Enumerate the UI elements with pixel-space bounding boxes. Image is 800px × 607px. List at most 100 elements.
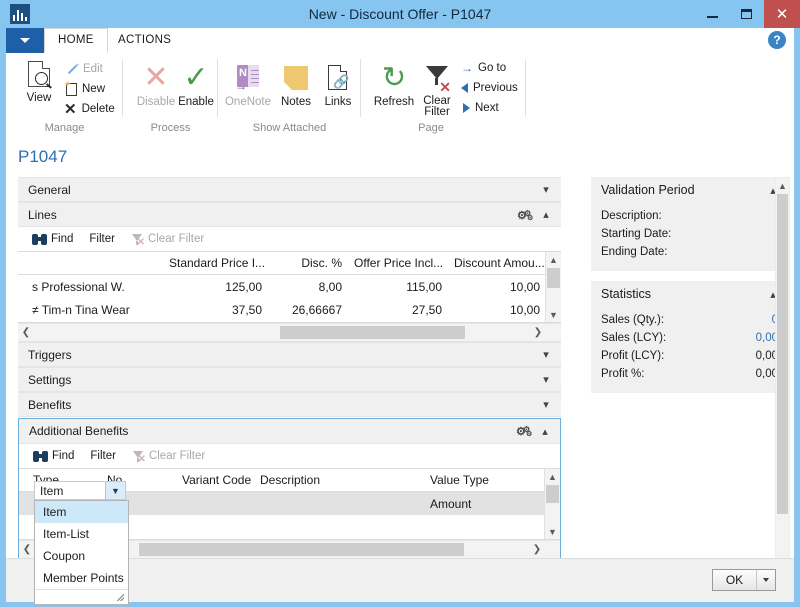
lines-cell-discount-amount: 10,00 [448,280,546,294]
benefits-vertical-scrollbar[interactable]: ▲ ▼ [544,469,560,539]
field-label-profit-pct: Profit %: [601,365,644,383]
scroll-left-icon[interactable]: ❮ [19,544,35,555]
factbox-title-statistics: Statistics [601,287,651,301]
factbox-field: Starting Date: [601,225,778,243]
configure-gears-icon[interactable]: ⚙⚙⚙ [517,208,535,222]
benefits-col-description[interactable]: Description [254,473,424,487]
scroll-down-icon[interactable]: ▼ [546,307,561,322]
lines-col-3[interactable]: Offer Price Incl... [348,256,448,270]
links-button[interactable]: 🔗 Links [317,61,359,108]
goto-button[interactable]: → Go to [461,58,506,78]
lines-cell-offer-price: 27,50 [348,303,448,317]
factbox-header-statistics[interactable]: Statistics ▴ [591,281,788,307]
section-header-benefits[interactable]: Benefits ▾ [18,392,561,417]
help-icon[interactable]: ? [768,31,786,49]
links-chain-icon: 🔗 [317,61,359,95]
scrollbar-thumb[interactable] [546,485,559,503]
maximize-button[interactable] [728,0,764,28]
new-button[interactable]: ✦ New [66,79,105,99]
lines-clear-filter-label: Clear Filter [148,233,204,245]
application-menu-button[interactable] [6,28,44,53]
scroll-up-icon[interactable]: ▲ [776,178,789,193]
group-label-process: Process [123,122,218,134]
chevron-down-icon[interactable]: ▾ [539,183,553,196]
delete-button[interactable]: ✕ Delete [64,99,115,119]
tab-home[interactable]: HOME [44,28,108,53]
dropdown-option-item-list[interactable]: Item-List [35,523,128,545]
resize-grip-icon[interactable] [35,589,128,604]
page-vertical-scrollbar[interactable]: ▲ ▼ [775,177,790,592]
lines-filter-button[interactable]: Filter [83,229,121,249]
view-button[interactable]: View [12,57,66,104]
section-header-general[interactable]: General ▾ [18,177,561,202]
type-dropdown-list[interactable]: Item Item-List Coupon Member Points [34,500,129,605]
section-header-additional-benefits[interactable]: Additional Benefits ⚙⚙⚙ ▴ [19,419,560,444]
benefits-col-value-type[interactable]: Value Type [424,473,527,487]
scroll-down-icon[interactable]: ▼ [545,524,560,539]
lines-col-4[interactable]: Discount Amou... [448,256,546,270]
next-button[interactable]: Next [463,98,499,118]
dropdown-option-member-points[interactable]: Member Points [35,567,128,589]
ok-button[interactable]: OK [712,569,776,591]
benefits-clear-filter-button[interactable]: ✕ Clear Filter [126,446,211,466]
lines-col-2[interactable]: Disc. % [268,256,348,270]
section-header-settings[interactable]: Settings ▾ [18,367,561,392]
benefits-filter-button[interactable]: Filter [84,446,122,466]
next-label: Next [475,102,499,114]
benefits-col-variant-code[interactable]: Variant Code [176,473,254,487]
scrollbar-thumb[interactable] [547,268,560,288]
section-label-triggers: Triggers [28,348,72,362]
field-label-sales-qty: Sales (Qty.): [601,311,664,329]
section-label-additional-benefits: Additional Benefits [29,424,128,438]
enable-button[interactable]: ✓ Enable [169,61,223,108]
notes-button[interactable]: Notes [274,61,318,108]
scroll-right-icon[interactable]: ❯ [530,327,546,338]
previous-button[interactable]: Previous [461,78,518,98]
clear-filter-icon: ✕ [417,61,457,95]
scrollbar-thumb[interactable] [777,194,788,514]
close-button[interactable]: ✕ [764,0,800,28]
benefits-clear-filter-label: Clear Filter [149,450,205,462]
lines-row-1[interactable]: ≠ Tim-n Tina Wear 37,50 26,66667 27,50 1… [18,298,561,321]
scrollbar-thumb[interactable] [280,326,465,339]
scroll-up-icon[interactable]: ▲ [546,252,561,267]
scroll-right-icon[interactable]: ❯ [529,544,545,555]
chevron-down-icon[interactable]: ▾ [539,398,553,411]
scroll-up-icon[interactable]: ▲ [545,469,560,484]
section-header-triggers[interactable]: Triggers ▾ [18,342,561,367]
minimize-button[interactable] [694,0,730,28]
chevron-up-icon[interactable]: ▴ [538,425,552,438]
scroll-left-icon[interactable]: ❮ [18,327,34,338]
section-general: General ▾ [18,177,561,202]
lines-row-0[interactable]: s Professional W. 125,00 8,00 115,00 10,… [18,275,561,298]
section-header-lines[interactable]: Lines ⚙⚙⚙ ▴ [18,202,561,227]
links-label: Links [317,96,359,108]
tab-actions[interactable]: ACTIONS [105,28,184,53]
lines-cell-desc: ≠ Tim-n Tina Wear [18,303,163,317]
clear-filter-button[interactable]: ✕ Clear Filter [417,61,457,118]
type-combo-box[interactable]: Item ▼ [34,481,126,500]
lines-horizontal-scrollbar[interactable]: ❮ ❯ [18,323,561,341]
onenote-button[interactable]: N → OneNote [222,61,274,108]
enable-check-icon: ✓ [169,61,223,95]
chevron-up-icon[interactable]: ▴ [539,208,553,221]
chevron-down-icon[interactable]: ▼ [105,482,125,499]
lines-col-1[interactable]: Standard Price I... [163,256,268,270]
lines-find-button[interactable]: Find [26,229,79,249]
lines-vertical-scrollbar[interactable]: ▲ ▼ [545,252,561,322]
refresh-button[interactable]: ↻ Refresh [371,61,417,108]
scrollbar-thumb[interactable] [139,543,464,556]
lines-clear-filter-button[interactable]: ✕ Clear Filter [125,229,210,249]
configure-gears-icon[interactable]: ⚙⚙⚙ [516,424,534,438]
field-label-sales-lcy: Sales (LCY): [601,329,666,347]
dropdown-option-item[interactable]: Item [35,501,128,523]
dropdown-option-coupon[interactable]: Coupon [35,545,128,567]
benefits-find-button[interactable]: Find [27,446,80,466]
chevron-down-icon[interactable]: ▾ [539,348,553,361]
edit-button[interactable]: Edit [66,59,103,79]
chevron-down-icon[interactable]: ▾ [539,373,553,386]
benefits-find-label: Find [52,450,74,462]
ribbon-group-page: ↻ Refresh ✕ Clear Filter → Go to Previou… [361,53,526,137]
factbox-header-validation-period[interactable]: Validation Period ▴ [591,177,788,203]
ok-dropdown-button[interactable] [756,570,775,590]
